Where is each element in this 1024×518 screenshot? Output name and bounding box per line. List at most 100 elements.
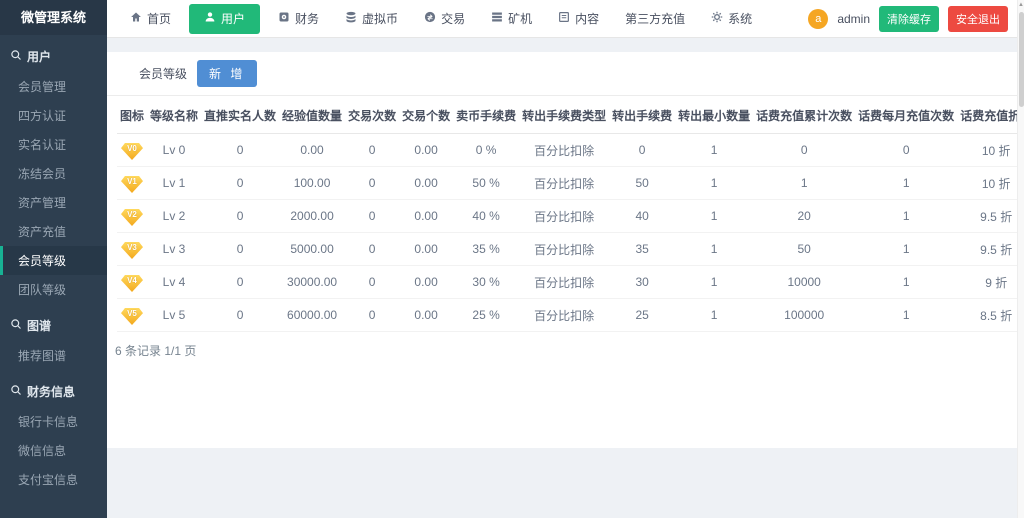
nav-item-label: 交易 [441, 10, 465, 27]
cell-phone-discount: 9.5 折 [957, 200, 1024, 233]
cell-exp-amount: 2000.00 [279, 200, 345, 233]
username: admin [837, 12, 870, 26]
sidebar-item-bankcard-info[interactable]: 银行卡信息 [0, 407, 107, 436]
sidebar-item-asset-manage[interactable]: 资产管理 [0, 188, 107, 217]
magnifier-icon [10, 384, 22, 399]
navbar-user-area[interactable]: a admin 清除缓存 安全退出 [808, 6, 1024, 32]
cell-phone-discount: 8.5 折 [957, 299, 1024, 332]
member-level-panel: 会员等级 新 增 图标 等级名称 直推实名人数 经验值数量 交易次数 交易个数 … [107, 52, 1024, 448]
nav-item-thirdparty-recharge[interactable]: 第三方充值 [612, 0, 698, 38]
sidebar-item-recommend-graph[interactable]: 推荐图谱 [0, 341, 107, 370]
cell-trade-count: 0.00 [399, 233, 453, 266]
cell-phone-total-times: 10000 [753, 266, 855, 299]
cell-trade-count: 0.00 [399, 167, 453, 200]
sidebar-item-wechat-info[interactable]: 微信信息 [0, 436, 107, 465]
cell-trade-count: 0.00 [399, 266, 453, 299]
cell-transfer-min: 1 [675, 167, 753, 200]
magnifier-icon [10, 49, 22, 64]
scrollbar-thumb[interactable] [1019, 12, 1024, 107]
sidebar-item-member-level[interactable]: 会员等级 [0, 246, 107, 275]
sidebar-item-team-level[interactable]: 团队等级 [0, 275, 107, 304]
level-gem-icon: V4 [121, 275, 143, 292]
table-row: V1 Lv 1 0 100.00 0 0.00 50 % 百分比扣除 50 1 … [117, 167, 1024, 200]
cell-phone-month-times: 1 [855, 233, 957, 266]
sidebar-section-graph[interactable]: 图谱 [0, 304, 107, 341]
nav-item-label: 财务 [295, 10, 319, 27]
cell-phone-discount: 10 折 [957, 167, 1024, 200]
cell-trade-times: 0 [345, 134, 399, 167]
col-header-exp-amount: 经验值数量 [279, 98, 345, 134]
cell-trade-times: 0 [345, 200, 399, 233]
nav-item-miner[interactable]: 矿机 [478, 0, 545, 38]
cell-phone-total-times: 0 [753, 134, 855, 167]
col-header-sell-fee: 卖币手续费 [453, 98, 519, 134]
table-row: V2 Lv 2 0 2000.00 0 0.00 40 % 百分比扣除 40 1… [117, 200, 1024, 233]
logout-button[interactable]: 安全退出 [948, 6, 1008, 32]
nav-item-trade[interactable]: 交易 [411, 0, 478, 38]
cell-level-name: Lv 3 [147, 233, 201, 266]
add-button[interactable]: 新 增 [197, 60, 257, 87]
scrollbar[interactable]: ▲ [1017, 0, 1024, 518]
cell-level-name: Lv 4 [147, 266, 201, 299]
cell-sell-fee: 25 % [453, 299, 519, 332]
nav-item-virtual-coin[interactable]: 虚拟币 [332, 0, 411, 38]
col-header-transfer-fee-type: 转出手续费类型 [519, 98, 609, 134]
sidebar-section-label: 图谱 [27, 317, 51, 334]
nav-item-label: 系统 [728, 10, 752, 27]
cell-transfer-min: 1 [675, 134, 753, 167]
gem-label: V5 [127, 308, 137, 319]
sidebar-item-member-manage[interactable]: 会员管理 [0, 72, 107, 101]
nav-item-home[interactable]: 首页 [117, 0, 184, 38]
sidebar: 微管理系统 用户 会员管理 四方认证 实名认证 冻结会员 资产管理 资产充值 会… [0, 0, 107, 518]
cell-phone-total-times: 20 [753, 200, 855, 233]
cell-level-name: Lv 1 [147, 167, 201, 200]
clear-cache-button[interactable]: 清除缓存 [879, 6, 939, 32]
main-area: 首页 用户 财务 虚拟币 交易 矿机 [107, 0, 1024, 518]
cell-transfer-fee: 0 [609, 134, 675, 167]
sidebar-item-realname-auth[interactable]: 实名认证 [0, 130, 107, 159]
col-header-phone-total-times: 话费充值累计次数 [753, 98, 855, 134]
avatar[interactable]: a [808, 9, 828, 29]
cell-phone-discount: 10 折 [957, 134, 1024, 167]
sidebar-item-fourparty-auth[interactable]: 四方认证 [0, 101, 107, 130]
sidebar-item-asset-recharge[interactable]: 资产充值 [0, 217, 107, 246]
nav-item-content[interactable]: 内容 [545, 0, 612, 38]
cell-transfer-min: 1 [675, 233, 753, 266]
cell-transfer-fee-type: 百分比扣除 [519, 233, 609, 266]
table-row: V3 Lv 3 0 5000.00 0 0.00 35 % 百分比扣除 35 1… [117, 233, 1024, 266]
sidebar-item-alipay-info[interactable]: 支付宝信息 [0, 465, 107, 494]
cell-trade-times: 0 [345, 233, 399, 266]
col-header-transfer-fee: 转出手续费 [609, 98, 675, 134]
cell-phone-discount: 9.5 折 [957, 233, 1024, 266]
sidebar-item-frozen-members[interactable]: 冻结会员 [0, 159, 107, 188]
app-title: 微管理系统 [0, 0, 107, 35]
record-count: 6 条记录 1/1 页 [107, 332, 1024, 369]
cell-transfer-fee: 25 [609, 299, 675, 332]
nav-item-users[interactable]: 用户 [189, 4, 260, 34]
table-row: V0 Lv 0 0 0.00 0 0.00 0 % 百分比扣除 0 1 0 0 [117, 134, 1024, 167]
sidebar-section-users[interactable]: 用户 [0, 35, 107, 72]
content-icon [558, 11, 570, 26]
nav-item-finance[interactable]: 财务 [265, 0, 332, 38]
cell-phone-month-times: 1 [855, 266, 957, 299]
cell-direct-real-count: 0 [201, 233, 279, 266]
cell-transfer-fee-type: 百分比扣除 [519, 266, 609, 299]
cell-transfer-min: 1 [675, 266, 753, 299]
sidebar-section-label: 用户 [27, 48, 51, 65]
scroll-up-arrow[interactable]: ▲ [1018, 0, 1024, 10]
table-header-row: 图标 等级名称 直推实名人数 经验值数量 交易次数 交易个数 卖币手续费 转出手… [117, 98, 1024, 134]
app-window: 微管理系统 用户 会员管理 四方认证 实名认证 冻结会员 资产管理 资产充值 会… [0, 0, 1024, 518]
nav-item-label: 首页 [147, 10, 171, 27]
cell-transfer-fee: 40 [609, 200, 675, 233]
nav-item-label: 矿机 [508, 10, 532, 27]
col-header-level-name: 等级名称 [147, 98, 201, 134]
user-icon [204, 11, 216, 26]
cell-phone-month-times: 1 [855, 299, 957, 332]
sidebar-section-finance-info[interactable]: 财务信息 [0, 370, 107, 407]
col-header-trade-times: 交易次数 [345, 98, 399, 134]
cell-transfer-fee-type: 百分比扣除 [519, 299, 609, 332]
gem-label: V2 [127, 209, 137, 220]
sidebar-section-label: 财务信息 [27, 383, 75, 400]
nav-item-label: 用户 [221, 10, 245, 27]
nav-item-system[interactable]: 系统 [698, 0, 765, 38]
